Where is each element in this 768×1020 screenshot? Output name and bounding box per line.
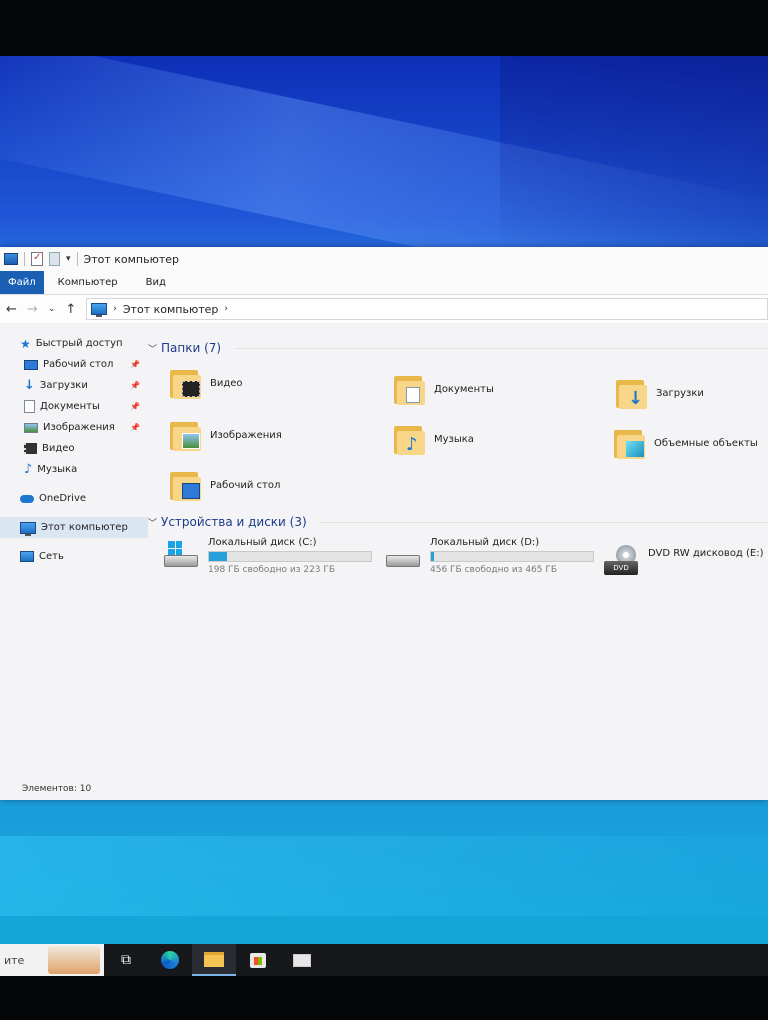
cloud-icon [20,494,34,503]
tab-computer[interactable]: Компьютер [44,271,132,294]
content-pane: ﹀ Папки (7) Видео Документы ↓ Загрузки И… [148,323,768,793]
up-arrow-icon[interactable]: ↑ [65,302,76,317]
sidebar-item-video[interactable]: Видео [0,438,148,459]
drive-c[interactable]: Локальный диск (C:) 198 ГБ свободно из 2… [162,537,372,575]
drive-label: DVD RW дисковод (E:) [648,547,764,559]
sidebar-item-network[interactable]: Сеть [0,546,148,567]
chevron-right-icon[interactable]: › [113,304,117,314]
network-icon [20,551,34,562]
pin-icon[interactable]: 📌 [130,423,140,432]
download-arrow-icon: ↓ [24,378,35,393]
recent-locations-icon[interactable]: ⌄ [48,304,56,314]
group-header-devices[interactable]: ﹀ Устройства и диски (3) [148,515,768,529]
search-box[interactable]: ите [0,944,104,976]
drive-usage-bar [208,551,372,562]
explorer-window: ▾ Этот компьютер Файл Компьютер Вид ← → … [0,247,768,800]
document-icon [24,400,35,413]
video-icon [24,443,37,454]
pin-icon[interactable]: 📌 [130,360,140,369]
address-bar[interactable]: › Этот компьютер › [86,298,768,320]
title-bar: ▾ Этот компьютер [0,247,768,271]
edge-browser-icon[interactable] [148,944,192,976]
group-header-folders[interactable]: ﹀ Папки (7) [148,341,768,355]
pin-icon[interactable]: 📌 [130,402,140,411]
forward-arrow-icon[interactable]: → [27,302,38,317]
breadcrumb-this-pc[interactable]: Этот компьютер [123,303,219,316]
status-item-count: Элементов: 10 [22,784,92,794]
window-title: Этот компьютер [83,252,180,266]
store-icon[interactable] [236,944,280,976]
back-arrow-icon[interactable]: ← [6,302,17,317]
sidebar-item-music[interactable]: ♪ Музыка [0,459,148,480]
pictures-folder-icon [170,419,202,451]
new-folder-icon[interactable] [49,252,60,266]
this-pc-icon [91,303,108,317]
properties-icon[interactable] [31,252,43,266]
video-folder-icon [170,367,202,399]
desktop-folder-icon [170,469,202,501]
sidebar-item-documents[interactable]: Документы 📌 [0,396,148,417]
folder-desktop[interactable]: Рабочий стол [170,469,280,501]
pictures-icon [24,422,38,433]
drive-d[interactable]: Локальный диск (D:) 456 ГБ свободно из 4… [384,537,594,575]
mail-icon[interactable] [280,944,324,976]
tab-view[interactable]: Вид [132,271,180,294]
pin-icon[interactable]: 📌 [130,381,140,390]
drive-free-space: 198 ГБ свободно из 223 ГБ [208,565,336,575]
drive-e-dvd[interactable]: DVD DVD RW дисковод (E:) [602,545,764,577]
3d-objects-folder-icon [614,427,646,459]
ribbon-tabs: Файл Компьютер Вид [0,271,768,295]
folder-video[interactable]: Видео [170,367,243,399]
music-note-icon: ♪ [24,462,33,477]
navigation-bar: ← → ⌄ ↑ › Этот компьютер › [0,295,768,323]
sidebar-item-quick-access[interactable]: ★ Быстрый доступ [0,333,148,354]
chevron-down-icon[interactable]: ﹀ [148,342,157,355]
drive-usage-bar [430,551,594,562]
drive-label: Локальный диск (D:) [430,537,540,548]
music-folder-icon: ♪ [394,423,426,455]
search-highlight-image [48,946,100,974]
file-explorer-icon[interactable] [192,944,236,976]
folder-documents[interactable]: Документы [394,373,494,405]
chevron-down-icon[interactable]: ﹀ [148,516,157,529]
hard-drive-icon [384,541,422,571]
dvd-drive-icon: DVD [602,545,640,577]
folder-music[interactable]: ♪ Музыка [394,423,474,455]
sidebar-item-desktop[interactable]: Рабочий стол 📌 [0,354,148,375]
chevron-right-icon[interactable]: › [224,304,228,314]
task-view-icon[interactable]: ⧉ [104,944,148,976]
sidebar-item-onedrive[interactable]: OneDrive [0,488,148,509]
sidebar-item-this-pc[interactable]: Этот компьютер [0,517,148,538]
this-pc-icon [4,253,18,265]
folder-pictures[interactable]: Изображения [170,419,282,451]
documents-folder-icon [394,373,426,405]
taskbar: ите ⧉ [0,944,768,976]
folder-3d-objects[interactable]: Объемные объекты [614,427,758,459]
downloads-folder-icon: ↓ [616,377,648,409]
tab-file[interactable]: Файл [0,271,44,294]
this-pc-icon [20,521,36,536]
windows-drive-icon [162,541,200,571]
sidebar-item-pictures[interactable]: Изображения 📌 [0,417,148,438]
desktop-icon [24,359,38,370]
customize-toolbar-icon[interactable]: ▾ [66,254,71,264]
navigation-pane: ★ Быстрый доступ Рабочий стол 📌 ↓ Загруз… [0,323,148,793]
star-icon: ★ [20,336,31,351]
drive-label: Локальный диск (C:) [208,537,317,548]
sidebar-item-downloads[interactable]: ↓ Загрузки 📌 [0,375,148,396]
folder-downloads[interactable]: ↓ Загрузки [616,377,704,409]
drive-free-space: 456 ГБ свободно из 465 ГБ [430,565,558,575]
